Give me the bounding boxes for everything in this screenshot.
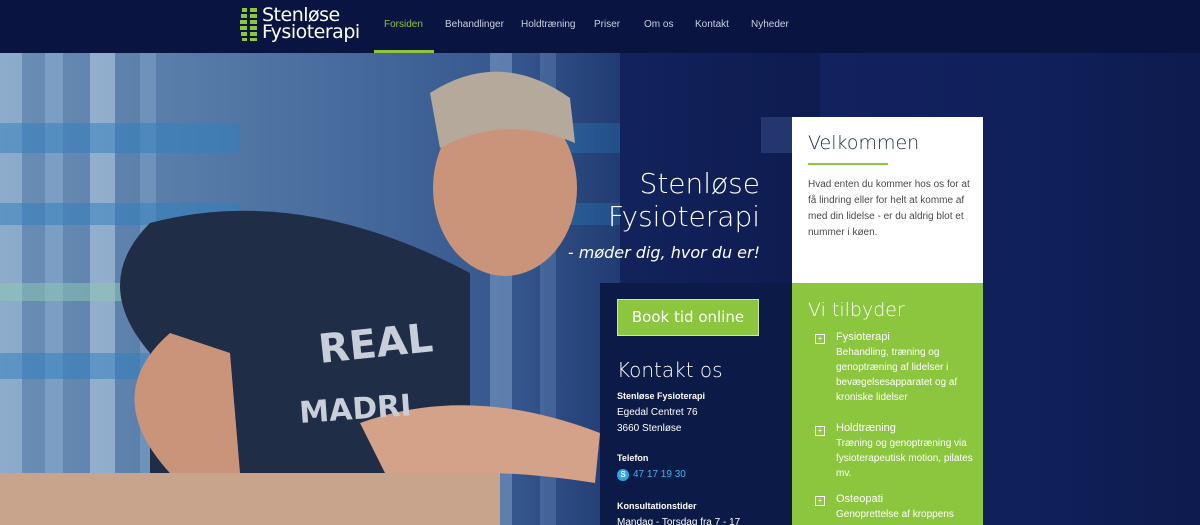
nav-priser[interactable]: Priser: [594, 19, 620, 30]
contact-address-line2: 3660 Stenløse: [617, 423, 682, 434]
top-navigation: Stenløse Fysioterapi Forsiden Behandling…: [0, 0, 1200, 53]
plus-box-icon[interactable]: +: [815, 426, 825, 436]
welcome-text: Hvad enten du kommer hos os for at få li…: [808, 179, 970, 238]
contact-panel: Book tid online Kontakt os Stenløse Fysi…: [600, 283, 792, 525]
hours-text: Mandag - Torsdag fra 7 - 17: [617, 517, 741, 525]
nav-forsiden[interactable]: Forsiden: [384, 19, 423, 30]
offer-panel: Vi tilbyder + Fysioterapi Behandling, tr…: [792, 283, 983, 525]
hero-title-line2: Fysioterapi: [607, 200, 760, 233]
hero-section: REAL MADRI Stenløse Fysioterapi - møder …: [0, 53, 1200, 525]
contact-title: Kontakt os: [617, 358, 723, 382]
welcome-divider: [808, 163, 888, 165]
phone-link[interactable]: 47 17 19 30: [633, 469, 686, 480]
welcome-panel: Velkommen Hvad enten du kommer hos os fo…: [792, 117, 983, 284]
nav-kontakt[interactable]: Kontakt: [695, 19, 729, 30]
offer-item-fysioterapi[interactable]: Fysioterapi: [836, 331, 890, 343]
offer-item-description: Genoprettelse af kroppens: [836, 509, 954, 520]
plus-box-icon[interactable]: +: [815, 334, 825, 344]
skype-icon: S: [617, 469, 629, 481]
offer-item-description: Behandling, træning og genoptræning af l…: [836, 347, 958, 403]
welcome-title: Velkommen: [808, 132, 920, 154]
book-online-button[interactable]: Book tid online: [617, 299, 759, 336]
nav-nyheder[interactable]: Nyheder: [751, 19, 789, 30]
offer-item-osteopati[interactable]: Osteopati: [836, 493, 883, 505]
logo-spine-icon: [240, 7, 257, 41]
nav-behandlinger[interactable]: Behandlinger: [445, 19, 504, 30]
hero-title-line1: Stenløse: [639, 167, 760, 200]
offer-item-description: Træning og genoptræning via fysioterapeu…: [836, 438, 973, 479]
plus-box-icon[interactable]: +: [815, 496, 825, 506]
nav-holdtraening[interactable]: Holdtræning: [521, 19, 575, 30]
offer-item-holdtraening[interactable]: Holdtræning: [836, 422, 896, 434]
contact-address-line1: Egedal Centret 76: [617, 407, 698, 418]
logo-text-line2: Fysioterapi: [262, 21, 360, 43]
decorative-square: [761, 117, 793, 153]
offer-title: Vi tilbyder: [808, 299, 905, 321]
nav-om-os[interactable]: Om os: [644, 19, 673, 30]
contact-company-name: Stenløse Fysioterapi: [617, 391, 706, 401]
site-logo[interactable]: Stenløse Fysioterapi: [239, 5, 360, 45]
hero-tagline: - møder dig, hvor du er!: [567, 243, 760, 262]
hours-label: Konsultationstider: [617, 501, 697, 511]
phone-label: Telefon: [617, 453, 649, 463]
